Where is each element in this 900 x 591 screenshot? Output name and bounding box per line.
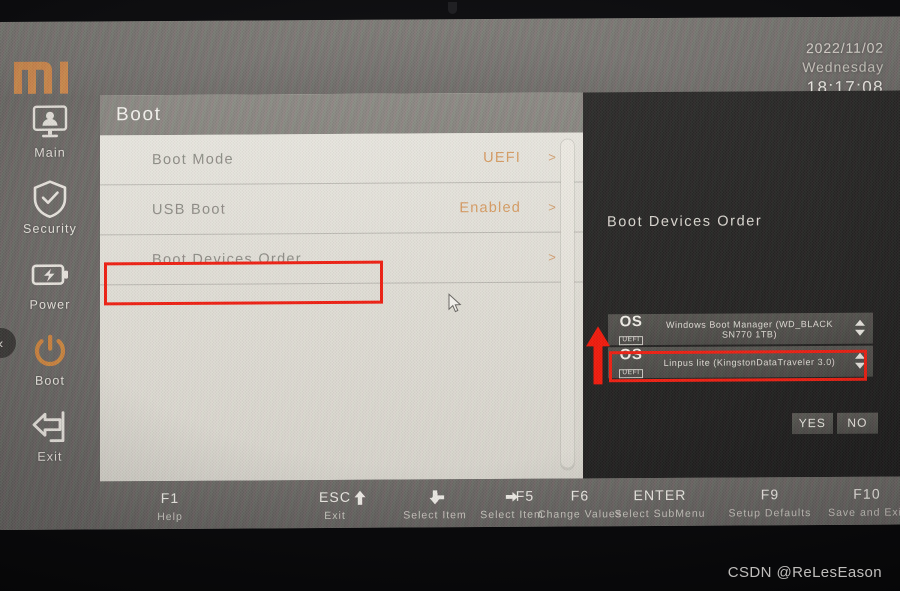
chevron-right-icon: > (548, 199, 556, 215)
webcam-notch (448, 2, 457, 14)
shield-check-icon (0, 177, 100, 220)
fn-key-label: F1 (160, 489, 180, 507)
sidebar-item-label: Boot (34, 373, 66, 388)
boot-device-row-windows[interactable]: OS UEFI Windows Boot Manager (WD_BLACK S… (608, 312, 873, 346)
fn-key-desc: Exit (324, 509, 346, 523)
setting-row-boot-devices-order[interactable]: Boot Devices Order > (100, 232, 583, 286)
row-list-filler (100, 282, 583, 425)
setting-value: UEFI (483, 149, 521, 166)
setting-label: Boot Devices Order (152, 250, 302, 268)
os-badge-label: OS (619, 313, 643, 331)
power-icon (0, 329, 100, 372)
fn-key-label: F10 (853, 485, 881, 502)
settings-scrollbar-track[interactable] (560, 138, 575, 471)
setting-label: USB Boot (152, 201, 227, 218)
clock: 2022/11/02 Wednesday 18:17:08 (802, 39, 884, 97)
setting-label: Boot Mode (152, 151, 234, 168)
settings-row-list: Boot Mode UEFI > USB Boot Enabled > Boot… (100, 132, 583, 482)
fn-key-desc: Setup Defaults (728, 507, 812, 520)
function-key-bar: F1 Help ESC Exit Select Item Select Item… (100, 476, 900, 530)
uefi-tag: UEFI (619, 369, 643, 378)
chevron-right-icon: > (548, 149, 556, 165)
battery-bolt-icon (0, 253, 100, 296)
setting-row-boot-mode[interactable]: Boot Mode UEFI > (100, 132, 583, 186)
fn-key-arrow-left[interactable] (418, 487, 458, 509)
sort-updown-icon[interactable] (847, 317, 873, 339)
fn-key-enter[interactable]: ENTER Select SubMenu (600, 486, 720, 521)
os-badge: OS UEFI (608, 313, 652, 345)
setting-row-usb-boot[interactable]: USB Boot Enabled > (100, 182, 583, 236)
top-bar: 2022/11/02 Wednesday 18:17:08 (0, 16, 900, 98)
sort-updown-icon[interactable] (847, 350, 873, 372)
yes-button[interactable]: YES (791, 412, 833, 435)
confirm-buttons: YES NO (791, 412, 878, 435)
detail-panel: Boot Devices Order OS UEFI Windows Boot … (583, 90, 900, 479)
sidebar-item-exit[interactable]: Exit (0, 405, 100, 478)
clock-weekday: Wednesday (802, 58, 884, 76)
bios-screen: 2022/11/02 Wednesday 18:17:08 Main Secur… (0, 16, 900, 531)
boot-device-row-linpus[interactable]: OS UEFI Linpus lite (KingstonDataTravele… (608, 345, 873, 379)
sidebar: Main Security Power Boot Exit ‹ (0, 95, 100, 530)
os-badge: OS UEFI (608, 346, 652, 378)
setting-value: Enabled (459, 199, 521, 216)
fn-key-f9[interactable]: F9 Setup Defaults (715, 485, 825, 520)
fn-key-label: F9 (760, 486, 780, 503)
watermark: CSDN @ReLesEason (727, 564, 882, 581)
settings-scrollbar-thumb[interactable] (561, 139, 574, 468)
boot-device-name: Windows Boot Manager (WD_BLACK SN770 1TB… (665, 318, 834, 340)
sidebar-item-security[interactable]: Security (0, 177, 100, 250)
os-badge-label: OS (619, 346, 643, 364)
sidebar-item-power-settings[interactable]: Power (0, 253, 100, 326)
chevron-right-icon: > (548, 249, 556, 265)
mi-logo-icon (12, 58, 74, 98)
settings-panel: Boot Boot Mode UEFI > USB Boot Enabled >… (100, 92, 583, 482)
arrow-left-icon (418, 487, 458, 505)
fn-key-f1[interactable]: F1 Help (140, 489, 200, 523)
fn-key-label: ENTER (633, 486, 687, 504)
laptop-photo-frame: 2022/11/02 Wednesday 18:17:08 Main Secur… (0, 0, 900, 591)
page-title: Boot (100, 92, 583, 136)
fn-key-arrow-up[interactable] (340, 488, 380, 510)
monitor-user-icon (0, 101, 100, 144)
clock-date: 2022/11/02 (805, 39, 884, 57)
boot-device-name: Linpus lite (KingstonDataTraveler 3.0) (663, 356, 836, 368)
fn-key-desc: Save and Exit (828, 506, 900, 519)
sidebar-item-main[interactable]: Main (0, 101, 100, 174)
uefi-tag: UEFI (619, 336, 643, 345)
fn-key-desc: Select SubMenu (614, 507, 706, 521)
sidebar-item-label: Exit (37, 449, 63, 464)
boot-device-list: OS UEFI Windows Boot Manager (WD_BLACK S… (608, 312, 873, 381)
sidebar-item-label: Main (34, 145, 66, 160)
sidebar-item-label: Power (29, 297, 71, 312)
exit-arrow-icon (0, 405, 100, 448)
no-button[interactable]: NO (837, 412, 878, 434)
detail-panel-title: Boot Devices Order (607, 213, 763, 231)
arrow-up-icon (340, 488, 380, 506)
fn-key-f10[interactable]: F10 Save and Exit (812, 484, 900, 519)
sidebar-item-label: Security (23, 221, 77, 236)
fn-key-desc: Help (157, 510, 183, 524)
